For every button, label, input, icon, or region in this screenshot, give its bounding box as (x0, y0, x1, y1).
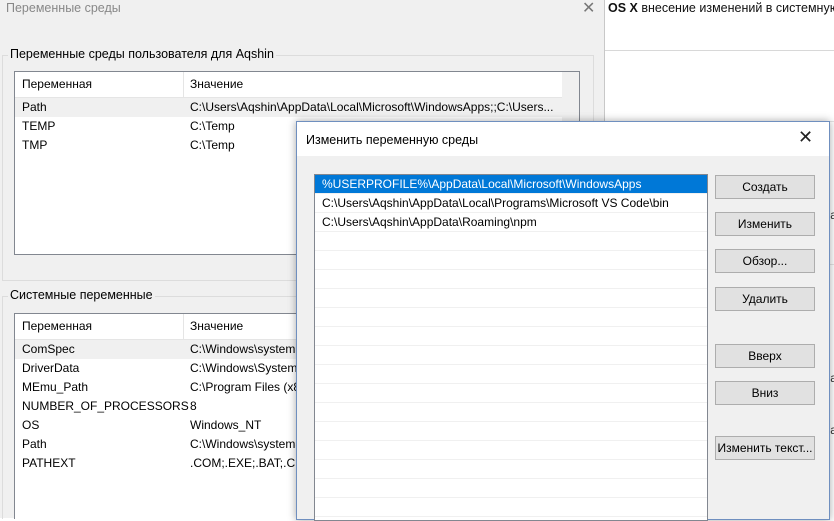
dialog-title: Изменить переменную среды (306, 133, 479, 147)
list-row[interactable]: Path C:\Users\Aqshin\AppData\Local\Micro… (15, 98, 579, 117)
column-header-value[interactable]: Значение (183, 314, 243, 339)
title-bar[interactable]: Изменить переменную среды ✕ (297, 122, 829, 156)
system-variables-group-title: Системные переменные (8, 288, 155, 302)
empty-row[interactable] (315, 346, 707, 365)
edit-text-button[interactable]: Изменить текст... (715, 436, 815, 460)
empty-row[interactable] (315, 403, 707, 422)
variable-value: Windows_NT (190, 418, 262, 432)
background-divider (604, 50, 834, 51)
path-entry[interactable]: %USERPROFILE%\AppData\Local\Microsoft\Wi… (315, 175, 707, 194)
empty-row[interactable] (315, 460, 707, 479)
variable-value: C:\Temp (190, 119, 235, 133)
move-down-button[interactable]: Вниз (715, 381, 815, 405)
user-variables-group-title: Переменные среды пользователя для Aqshin (8, 47, 276, 61)
variable-name: MEmu_Path (22, 380, 89, 394)
move-up-button[interactable]: Вверх (715, 344, 815, 368)
empty-row[interactable] (315, 327, 707, 346)
column-header-variable[interactable]: Переменная (15, 314, 92, 339)
path-entry[interactable]: C:\Users\Aqshin\AppData\Local\Programs\M… (315, 194, 707, 213)
empty-row[interactable] (315, 384, 707, 403)
close-icon[interactable]: ✕ (582, 0, 595, 18)
variable-name: Path (22, 100, 47, 114)
browse-button[interactable]: Обзор... (715, 249, 815, 273)
close-icon[interactable]: ✕ (798, 127, 813, 148)
variable-name: ComSpec (22, 342, 75, 356)
column-header-value[interactable]: Значение (183, 72, 243, 97)
empty-row[interactable] (315, 441, 707, 460)
empty-row[interactable] (315, 308, 707, 327)
path-entries-list[interactable]: %USERPROFILE%\AppData\Local\Microsoft\Wi… (314, 174, 708, 521)
variable-value: C:\Users\Aqshin\AppData\Local\Microsoft\… (190, 100, 554, 114)
delete-button[interactable]: Удалить (715, 287, 815, 311)
variable-name: TMP (22, 138, 48, 152)
dialog-title: Переменные среды (6, 1, 121, 15)
variable-name: PATHEXT (22, 456, 76, 470)
empty-row[interactable] (315, 422, 707, 441)
variable-value: 8 (190, 399, 197, 413)
column-header-variable[interactable]: Переменная (15, 72, 92, 97)
empty-row[interactable] (315, 289, 707, 308)
empty-row[interactable] (315, 270, 707, 289)
empty-row[interactable] (315, 479, 707, 498)
variable-value: C:\Temp (190, 138, 235, 152)
empty-row[interactable] (315, 365, 707, 384)
variable-name: OS (22, 418, 40, 432)
empty-row[interactable] (315, 498, 707, 517)
variable-name: TEMP (22, 119, 56, 133)
edit-button[interactable]: Изменить (715, 212, 815, 236)
background-page-heading: OS X внесение изменений в системную (608, 1, 834, 15)
list-header: Переменная Значение (15, 72, 579, 98)
create-button[interactable]: Создать (715, 175, 815, 199)
variable-name: NUMBER_OF_PROCESSORS (22, 399, 189, 413)
empty-row[interactable] (315, 232, 707, 251)
edit-environment-variable-dialog: Изменить переменную среды ✕ %USERPROFILE… (296, 121, 830, 521)
variable-name: Path (22, 437, 47, 451)
path-entry[interactable]: C:\Users\Aqshin\AppData\Roaming\npm (315, 213, 707, 232)
variable-name: DriverData (22, 361, 80, 375)
empty-row[interactable] (315, 251, 707, 270)
